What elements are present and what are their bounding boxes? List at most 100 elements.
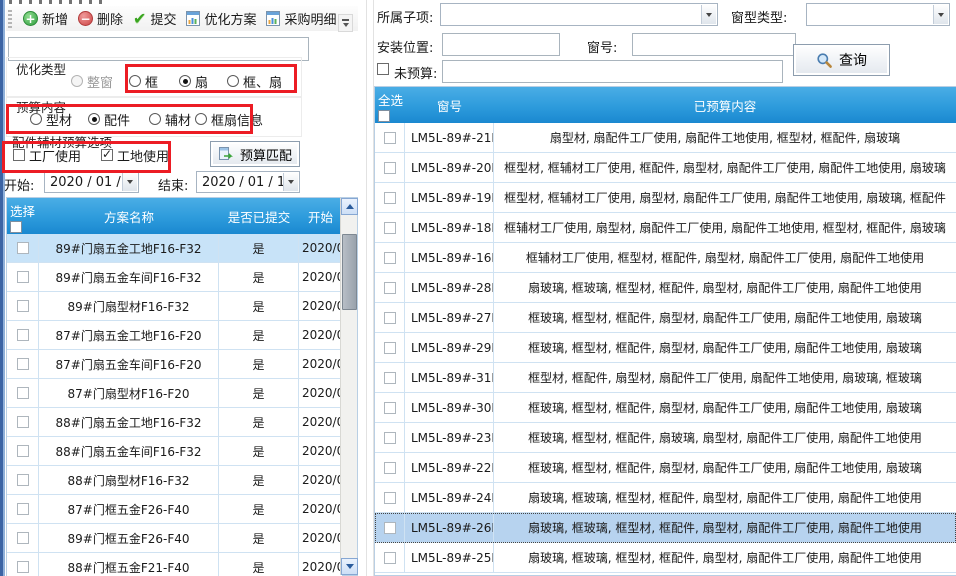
radio-icon[interactable] [179, 75, 191, 87]
checkbox-icon[interactable] [101, 149, 113, 161]
row-checkbox[interactable] [384, 312, 396, 324]
radio-option[interactable]: 框扇信息 [195, 110, 263, 129]
toolbar-overflow-button[interactable] [338, 14, 353, 32]
row-checkbox[interactable] [384, 492, 396, 504]
date-start-picker[interactable]: 2020 / 01 / 1 [44, 171, 139, 193]
window-table-row[interactable]: LM5L-89#-25F23 扇玻璃, 框玻璃, 框型材, 框配件, 扇型材, … [375, 543, 956, 573]
window-table-row[interactable]: LM5L-89#-18F16 框辅材工厂使用, 扇型材, 扇配件工厂使用, 扇配… [375, 213, 956, 243]
plan-select-all-checkbox[interactable] [10, 221, 22, 233]
plan-table-row[interactable]: 88#门扇五金工地F16-F32 是 2020/0 [7, 408, 342, 437]
plan-table-row[interactable]: 87#门扇型材F16-F20 是 2020/0 [7, 379, 342, 408]
plan-submitted-column-header[interactable]: 是否已提交 [219, 207, 299, 226]
plan-table-row[interactable]: 89#门扇五金工地F16-F32 是 2020/0 [7, 234, 342, 263]
window-type-dropdown-button[interactable] [933, 5, 948, 24]
plan-table-scrollbar[interactable] [340, 198, 357, 575]
row-checkbox[interactable] [17, 561, 29, 573]
sub-item-combobox[interactable] [440, 3, 718, 26]
radio-icon[interactable] [88, 113, 100, 125]
radio-icon[interactable] [149, 113, 161, 125]
plan-start-column-header[interactable]: 开始 [299, 207, 342, 226]
window-table-row[interactable]: LM5L-89#-23F21 框玻璃, 框型材, 框配件, 扇玻璃, 扇型材, … [375, 423, 956, 453]
select-all-checkbox[interactable] [378, 110, 390, 122]
toolbar-grip[interactable] [8, 10, 12, 28]
row-checkbox[interactable] [17, 503, 29, 515]
scroll-up-button[interactable] [341, 198, 358, 215]
window-table-row[interactable]: LM5L-89#-22F20 框玻璃, 框型材, 框配件, 扇型材, 扇配件工厂… [375, 453, 956, 483]
plan-table-row[interactable]: 88#门扇五金车间F16-F32 是 2020/0 [7, 437, 342, 466]
plan-table-row[interactable]: 87#门框五金F26-F40 是 2020/0 [7, 495, 342, 524]
panel-splitter[interactable] [366, 0, 374, 576]
window-table-row[interactable]: LM5L-89#-21F19 扇型材, 扇配件工厂使用, 扇配件工地使用, 框型… [375, 123, 956, 153]
row-checkbox[interactable] [384, 162, 396, 174]
window-table-row[interactable]: LM5L-89#-30F28 框玻璃, 框型材, 框配件, 扇型材, 扇配件工厂… [375, 393, 956, 423]
radio-icon[interactable] [30, 113, 42, 125]
add-button[interactable]: + 新增 [18, 7, 73, 30]
radio-option[interactable]: 框、扇 [227, 72, 282, 91]
date-end-picker[interactable]: 2020 / 01 / 13 [196, 171, 300, 193]
radio-icon[interactable] [227, 75, 239, 87]
date-start-dropdown-button[interactable] [122, 173, 137, 191]
window-no-input[interactable] [632, 33, 796, 56]
window-table-row[interactable]: LM5L-89#-29F27 框玻璃, 框型材, 框配件, 扇型材, 扇配件工厂… [375, 333, 956, 363]
radio-option[interactable]: 配件 [88, 110, 130, 129]
no-budget-input[interactable] [442, 60, 783, 83]
checkbox-option[interactable]: 工地使用 [101, 146, 169, 165]
row-checkbox[interactable] [17, 358, 29, 370]
row-checkbox[interactable] [384, 252, 396, 264]
row-checkbox[interactable] [384, 372, 396, 384]
radio-icon[interactable] [71, 75, 83, 87]
row-checkbox[interactable] [384, 462, 396, 474]
window-table-row[interactable]: LM5L-89#-19F17 框型材, 框辅材工厂使用, 扇型材, 扇配件工厂使… [375, 183, 956, 213]
row-checkbox[interactable] [17, 387, 29, 399]
plan-table-row[interactable]: 88#门框五金F21-F40 是 2020/0 [7, 553, 342, 576]
row-checkbox[interactable] [384, 522, 396, 534]
window-table-row[interactable]: LM5L-89#-24F22 扇玻璃, 框玻璃, 框型材, 框配件, 扇型材, … [375, 483, 956, 513]
radio-option[interactable]: 框 [129, 72, 158, 91]
row-checkbox[interactable] [384, 132, 396, 144]
row-checkbox[interactable] [384, 192, 396, 204]
row-checkbox[interactable] [17, 532, 29, 544]
row-checkbox[interactable] [384, 402, 396, 414]
window-table-row[interactable]: LM5L-89#-16F15 框辅材工厂使用, 框型材, 框配件, 扇型材, 扇… [375, 243, 956, 273]
delete-button[interactable]: − 删除 [73, 7, 128, 30]
row-checkbox[interactable] [384, 432, 396, 444]
window-table-row[interactable]: LM5L-89#-20F18 框型材, 框辅材工厂使用, 框配件, 扇型材, 扇… [375, 153, 956, 183]
window-no-column-header[interactable]: 窗号 [405, 96, 494, 115]
install-pos-input[interactable] [442, 33, 560, 56]
scrollbar-thumb[interactable] [342, 234, 357, 310]
plan-table-row[interactable]: 88#门扇型材F16-F32 是 2020/0 [7, 466, 342, 495]
window-table-row[interactable]: LM5L-89#-28F26 扇玻璃, 框玻璃, 框型材, 框配件, 扇型材, … [375, 273, 956, 303]
window-table-row[interactable]: LM5L-89#-31F29 框型材, 框配件, 扇型材, 扇配件工厂使用, 扇… [375, 363, 956, 393]
query-button[interactable]: 查询 [793, 44, 890, 76]
plan-table-row[interactable]: 87#门扇五金车间F16-F20 是 2020/0 [7, 350, 342, 379]
radio-icon[interactable] [195, 113, 207, 125]
plan-table-row[interactable]: 89#门扇五金车间F16-F32 是 2020/0 [7, 263, 342, 292]
radio-option[interactable]: 型材 [30, 110, 72, 129]
window-table-row[interactable]: LM5L-89#-26F24 扇玻璃, 框玻璃, 框型材, 框配件, 扇型材, … [375, 513, 956, 543]
scroll-down-button[interactable] [341, 558, 358, 575]
row-checkbox[interactable] [17, 300, 29, 312]
window-table-row[interactable]: LM5L-89#-27F25 框玻璃, 框型材, 框配件, 扇型材, 扇配件工厂… [375, 303, 956, 333]
radio-option[interactable]: 辅材 [149, 110, 191, 129]
row-checkbox[interactable] [384, 342, 396, 354]
row-checkbox[interactable] [384, 552, 396, 564]
radio-option[interactable]: 扇 [179, 72, 208, 91]
row-checkbox[interactable] [17, 242, 29, 254]
row-checkbox[interactable] [17, 271, 29, 283]
plan-name-column-header[interactable]: 方案名称 [39, 207, 219, 226]
submit-button[interactable]: ✔ 提交 [128, 7, 181, 30]
plan-table-row[interactable]: 89#门扇型材F16-F32 是 2020/0 [7, 292, 342, 321]
row-checkbox[interactable] [384, 222, 396, 234]
row-checkbox[interactable] [384, 282, 396, 294]
radio-option[interactable]: 整窗 [71, 72, 113, 91]
plan-table-row[interactable]: 87#门扇五金工地F16-F20 是 2020/0 [7, 321, 342, 350]
budgeted-content-column-header[interactable]: 已预算内容 [494, 96, 956, 115]
window-type-combobox[interactable] [806, 3, 950, 26]
row-checkbox[interactable] [17, 416, 29, 428]
no-budget-checkbox[interactable] [377, 63, 389, 75]
row-checkbox[interactable] [17, 474, 29, 486]
optimize-plan-button[interactable]: 优化方案 [181, 7, 261, 30]
checkbox-option[interactable]: 工厂使用 [13, 146, 81, 165]
sub-item-dropdown-button[interactable] [701, 5, 716, 24]
budget-match-button[interactable]: 预算匹配 [210, 141, 300, 167]
